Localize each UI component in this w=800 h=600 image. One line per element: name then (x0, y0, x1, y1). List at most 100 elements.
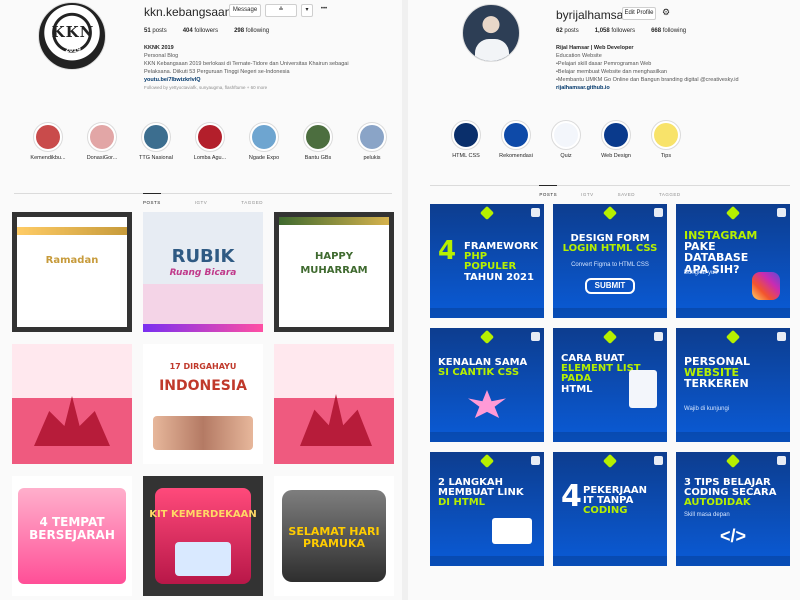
highlight-cover (306, 125, 330, 149)
tile-footer (553, 556, 667, 566)
side-by-side-screenshot: KKN 2019 kkn.kebangsaan Message ≗ ▾ ••• … (0, 0, 800, 600)
story-highlight[interactable]: Kemendikbu... (22, 122, 74, 161)
highlight-cover (144, 125, 168, 149)
highlight-cover (90, 125, 114, 149)
highlight-cover (360, 125, 384, 149)
tile-subtitle: Skill masa depan (684, 512, 730, 518)
bio-name: Rijal Hamsar | Web Developer (556, 45, 634, 51)
story-highlight[interactable]: DonasiGor... (76, 122, 128, 161)
highlight-label: Bantu GBs (304, 155, 332, 161)
profile-avatar[interactable] (462, 4, 520, 62)
brand-logo-icon (725, 205, 741, 221)
settings-icon[interactable]: ⚙ (660, 7, 672, 20)
post-tile[interactable]: PERSONAL WEBSITE TERKEREN Wajib di kunjung… (676, 328, 790, 442)
post-tile[interactable] (12, 344, 132, 464)
post-tile[interactable]: RUBIK Ruang Bicara (143, 212, 263, 332)
bio-link[interactable]: rijalhamsar.github.io (556, 84, 792, 92)
highlight-cover (454, 123, 478, 147)
highlight-label: pelukis (363, 155, 381, 161)
highlight-label: HTML CSS (452, 153, 480, 159)
post-tile[interactable]: 3 TIPS BELAJAR CODING SECARA AUTODIDAK Ski… (676, 452, 790, 566)
post-tile[interactable]: INSTAGRAM PAKE DATABASE APA SIH? Bongkar y… (676, 204, 790, 318)
story-highlight[interactable]: Web Design (590, 120, 642, 159)
tile-footer (430, 556, 544, 566)
story-highlight[interactable]: Lomba Agu... (184, 122, 236, 161)
tile-title: INDONESIA (159, 378, 247, 394)
message-button[interactable]: Message (229, 4, 261, 17)
tab-saved[interactable]: SAVED (618, 192, 635, 197)
tab-igtv[interactable]: IGTV (195, 200, 208, 205)
tile-title: RUBIK (171, 246, 235, 267)
following-stat[interactable]: 668 following (651, 28, 686, 34)
story-highlight[interactable]: Quiz (540, 120, 592, 159)
post-tile[interactable]: SELAMAT HARI PRAMUKA (274, 476, 394, 596)
multiple-posts-icon (777, 456, 786, 465)
edit-profile-button[interactable]: Edit Profile (622, 7, 656, 20)
tab-tagged[interactable]: TAGGED (241, 200, 263, 205)
profile-tabs: POSTS IGTV TAGGED (14, 193, 392, 205)
highlight-label: Ngade Expo (248, 155, 280, 161)
tile-title: INSTAGRAM PAKE DATABASE APA SIH? (684, 229, 758, 276)
bio-line: •Pelajari skill dasar Pemrograman Web (556, 61, 652, 67)
tile-title: FRAMEWORK PHP POPULER TAHUN 2021 (464, 241, 539, 283)
highlight-cover (252, 125, 276, 149)
tab-igtv[interactable]: IGTV (581, 192, 594, 197)
tile-footer (676, 432, 790, 442)
story-highlight[interactable]: pelukis (346, 122, 398, 161)
post-tile[interactable]: 4 FRAMEWORK PHP POPULER TAHUN 2021 (430, 204, 544, 318)
highlight-label: Quiz (560, 153, 572, 159)
post-tile[interactable]: Ramadan (12, 212, 132, 332)
post-tile[interactable]: HAPPY MUHARRAM (274, 212, 394, 332)
followers-stat[interactable]: 404 followers (183, 28, 218, 34)
post-tile[interactable]: 4 TEMPAT BERSEJARAH (12, 476, 132, 596)
post-tile[interactable]: DESIGN FORM LOGIN HTML CSS Convert Figma … (553, 204, 667, 318)
bio-link[interactable]: youtu.be/7lbwizkrlvlQ (144, 76, 394, 84)
tile-footer (553, 432, 667, 442)
highlight-label: Tips (660, 153, 672, 159)
story-highlight[interactable]: Tips (640, 120, 692, 159)
tile-title: PEKERJAAN IT TANPA CODING (583, 485, 648, 517)
post-tile[interactable]: KIT KEMERDEKAAN (143, 476, 263, 596)
post-tile[interactable]: KENALAN SAMA SI CANTIK CSS (430, 328, 544, 442)
story-highlight[interactable]: Rekomendasi (490, 120, 542, 159)
bio-line: KKN Kebangsaan 2019 berlokasi di Ternate… (144, 61, 349, 67)
tile-title: KIT KEMERDEKAAN (149, 509, 257, 520)
more-options-icon[interactable]: ••• (317, 4, 331, 17)
highlight-cover (36, 125, 60, 149)
highlight-label: Rekomendasi (499, 153, 533, 159)
post-tile[interactable]: CARA BUAT ELEMENT LIST PADA HTML (553, 328, 667, 442)
tile-title: 4 TEMPAT BERSEJARAH (29, 515, 115, 542)
following-stat[interactable]: 298 following (234, 28, 269, 34)
tile-subtitle: Convert Figma to HTML CSS (571, 262, 649, 268)
tile-footer (553, 308, 667, 318)
bio-line: Pelaksana. Diikuti 53 Perguruan Tinggi N… (144, 69, 290, 75)
bio-line: •Membantu UMKM Go Online dan Bangun bran… (556, 77, 739, 83)
tab-tagged[interactable]: TAGGED (659, 192, 681, 197)
multiple-posts-icon (654, 456, 663, 465)
post-tile[interactable] (274, 344, 394, 464)
story-highlight[interactable]: Ngade Expo (238, 122, 290, 161)
followers-stat[interactable]: 1,058 followers (595, 28, 635, 34)
profile-bio: Rijal Hamsar | Web Developer Education W… (556, 44, 792, 92)
brand-logo-icon (725, 453, 741, 469)
post-tile[interactable]: 2 LANGKAH MEMBUAT LINK DI HTML (430, 452, 544, 566)
story-highlight[interactable]: Bantu GBs (292, 122, 344, 161)
bio-name: KKNK 2019 (144, 45, 174, 51)
posts-grid: Ramadan RUBIK Ruang Bicara HAPPY MUHARRA… (12, 212, 394, 596)
posts-stat: 62 posts (556, 28, 579, 34)
profile-username: kkn.kebangsaan (144, 5, 232, 19)
dropdown-button[interactable]: ▾ (301, 4, 313, 17)
brand-logo-icon (602, 205, 618, 221)
followed-by[interactable]: Followed by yettyoctaviafk, sunyaugma, f… (144, 84, 394, 92)
story-highlight[interactable]: TTG Nasional (130, 122, 182, 161)
tile-title: SELAMAT HARI PRAMUKA (288, 525, 380, 550)
story-highlight[interactable]: HTML CSS (440, 120, 492, 159)
post-tile[interactable]: 4 PEKERJAAN IT TANPA CODING (553, 452, 667, 566)
profile-avatar[interactable]: KKN 2019 (38, 2, 106, 70)
following-button[interactable]: ≗ (265, 4, 297, 17)
brand-logo-icon (725, 329, 741, 345)
post-tile[interactable]: 17 DIRGAHAYU INDONESIA (143, 344, 263, 464)
tab-posts[interactable]: POSTS (539, 185, 558, 197)
instagram-logo-icon (752, 272, 780, 300)
tab-posts[interactable]: POSTS (143, 193, 161, 205)
